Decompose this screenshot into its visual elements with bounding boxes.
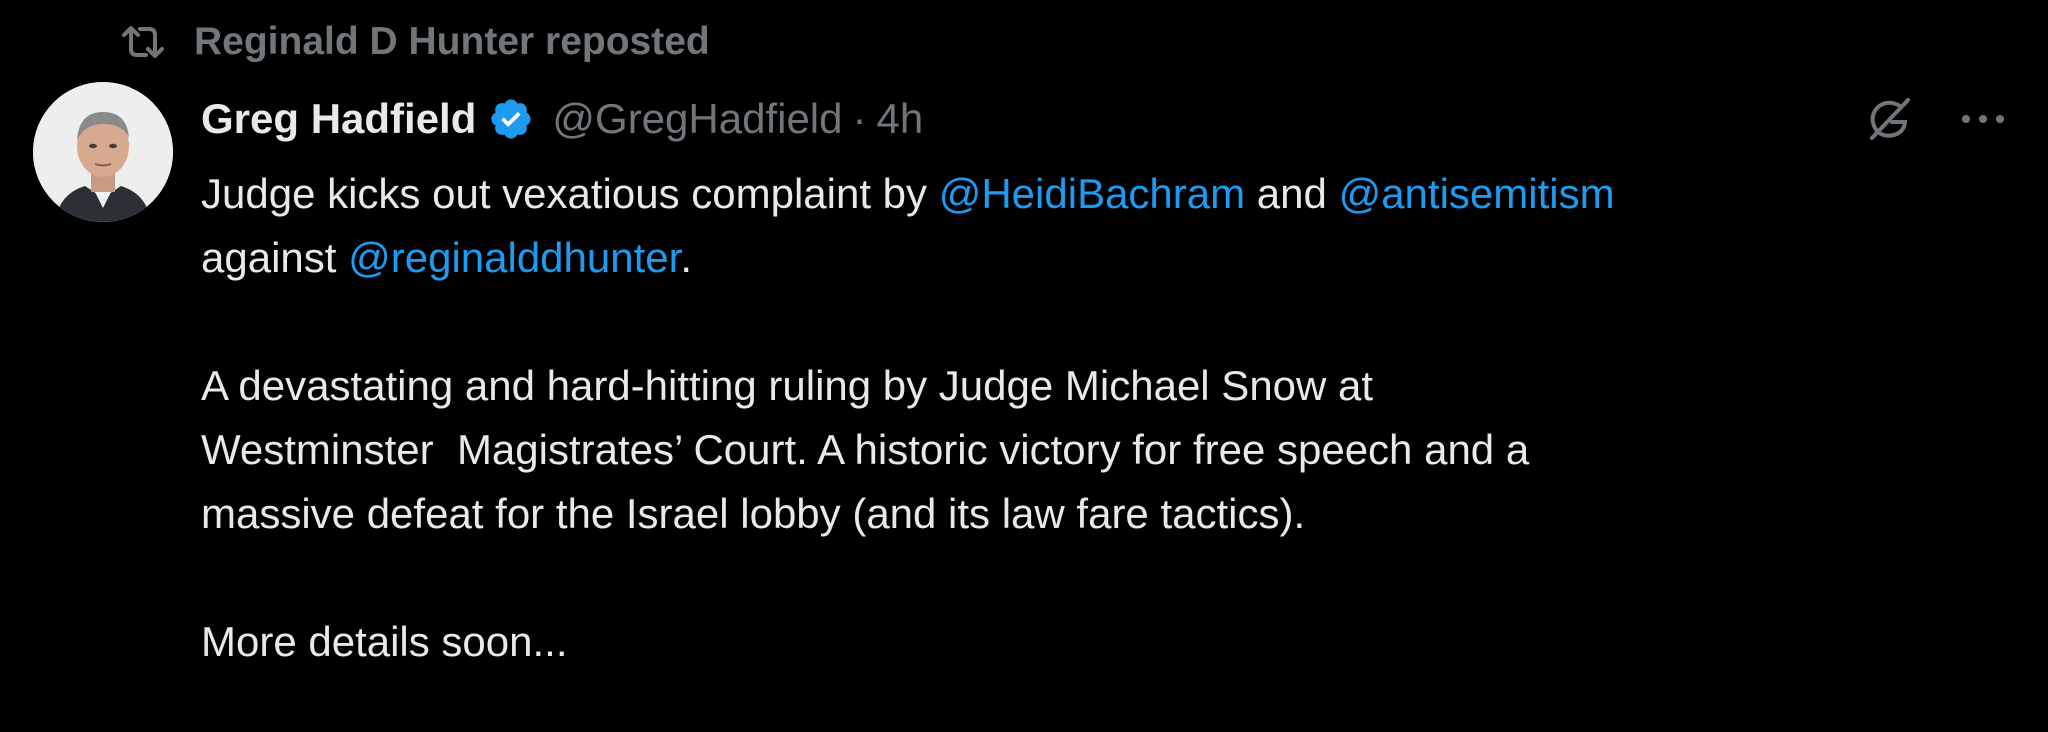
tweet-line: Judge kicks out vexatious complaint by @… bbox=[201, 162, 2021, 226]
author-display-name[interactable]: Greg Hadfield bbox=[201, 95, 476, 143]
post-timestamp[interactable]: 4h bbox=[877, 95, 924, 143]
author-handle[interactable]: @GregHadfield bbox=[552, 95, 842, 143]
mention-link[interactable]: @HeidiBachram bbox=[939, 170, 1245, 217]
grok-icon[interactable] bbox=[1864, 94, 1914, 144]
tweet-line: against @reginalddhunter. bbox=[201, 226, 2021, 290]
repost-icon bbox=[118, 22, 168, 62]
tweet-header: Greg Hadfield @GregHadfield · 4h bbox=[201, 92, 923, 146]
avatar[interactable] bbox=[33, 82, 173, 222]
repost-text: Reginald D Hunter reposted bbox=[194, 20, 710, 63]
mention-link[interactable]: @reginalddhunter bbox=[348, 234, 680, 281]
tweet-actions bbox=[1864, 92, 2008, 146]
separator-dot: · bbox=[852, 95, 867, 142]
tweet-text-segment: . bbox=[680, 234, 692, 281]
tweet-text-segment: against bbox=[201, 234, 349, 281]
tweet-text-segment: and bbox=[1245, 170, 1339, 217]
tweet-text: Judge kicks out vexatious complaint by @… bbox=[201, 162, 2021, 674]
tweet-text-segment: Judge kicks out vexatious complaint by bbox=[201, 170, 939, 217]
repost-indicator[interactable]: Reginald D Hunter reposted bbox=[118, 16, 710, 68]
tweet-line: massive defeat for the Israel lobby (and… bbox=[201, 490, 1306, 537]
verified-badge-icon[interactable] bbox=[488, 96, 534, 142]
tweet-line: Westminster Magistrates’ Court. A histor… bbox=[201, 426, 1530, 473]
mention-link[interactable]: @antisemitism bbox=[1339, 170, 1615, 217]
tweet-line: More details soon... bbox=[201, 618, 568, 665]
tweet-line: A devastating and hard-hitting ruling by… bbox=[201, 362, 1374, 409]
more-icon[interactable] bbox=[1958, 112, 2008, 126]
